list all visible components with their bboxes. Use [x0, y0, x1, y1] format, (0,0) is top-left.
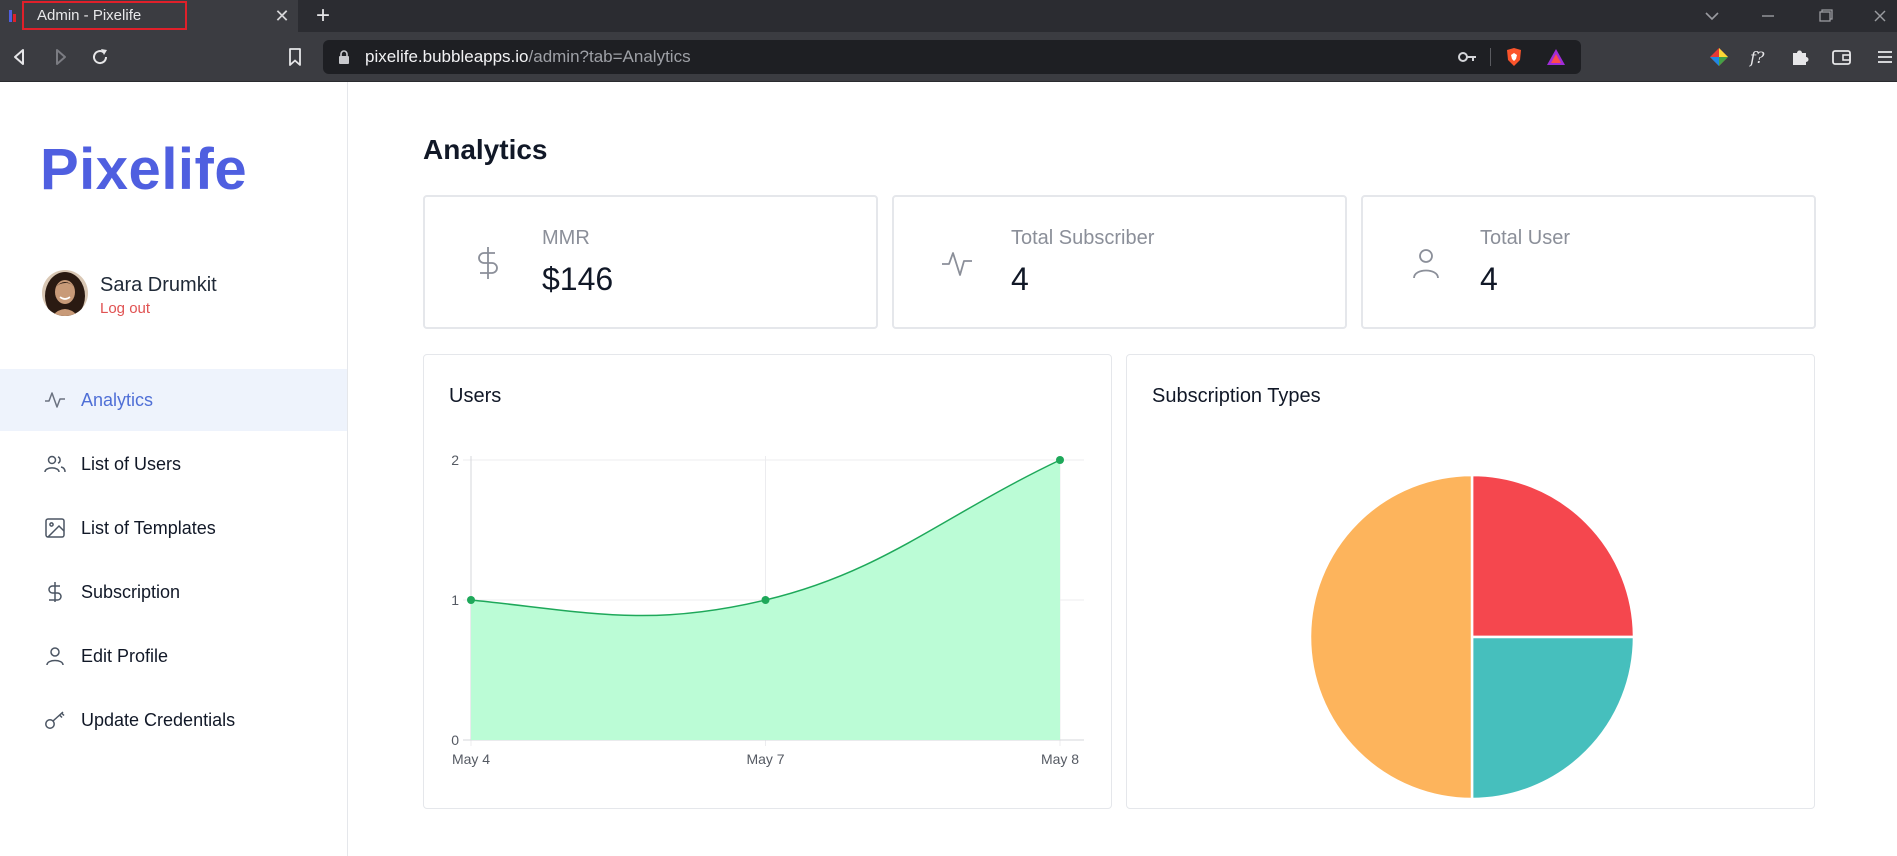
browser-toolbar: pixelife.bubbleapps.io/admin?tab=Analyti…	[0, 32, 1897, 82]
dollar-icon	[48, 582, 62, 602]
color-extension-icon[interactable]	[1708, 46, 1730, 68]
svg-text:f?: f?	[1749, 48, 1765, 67]
lock-icon	[339, 50, 349, 64]
logo[interactable]: Pixelife	[40, 136, 247, 203]
data-point	[761, 596, 770, 604]
sidebar-menu: Analytics List of Users List of Template…	[0, 369, 347, 753]
sidebar-item-subscription[interactable]: Subscription	[0, 561, 347, 623]
stat-value: 4	[1011, 261, 1029, 297]
user-name: Sara Drumkit	[100, 274, 217, 296]
x-tick-label: May 7	[746, 751, 784, 767]
bookmark-icon[interactable]	[284, 45, 306, 69]
sidebar-item-label: Update Credentials	[81, 710, 236, 730]
tab-search-chevron-icon[interactable]	[1701, 6, 1723, 26]
users-icon	[44, 455, 66, 473]
pie-slice	[1470, 635, 1636, 801]
y-tick-label: 0	[451, 732, 459, 748]
logout-link[interactable]: Log out	[100, 300, 150, 317]
page-title: Analytics	[423, 134, 548, 165]
new-tab-button[interactable]: +	[310, 3, 336, 29]
main-content: Analytics MMR $146 Total Subscriber 4 To…	[348, 82, 1897, 856]
pie-slice	[1470, 473, 1636, 639]
stat-card-total-user: Total User 4	[1361, 195, 1816, 329]
menu-icon[interactable]	[1874, 46, 1896, 68]
user-icon	[46, 647, 64, 666]
url-divider	[1490, 48, 1491, 66]
tab-close-icon[interactable]: ✕	[271, 5, 293, 27]
pulse-icon	[942, 252, 972, 276]
sidebar: Pixelife Sara Drumkit Log out Analytics …	[0, 82, 348, 856]
sidebar-item-edit-profile[interactable]: Edit Profile	[0, 625, 347, 687]
sidebar-item-label: Subscription	[81, 582, 181, 602]
close-window-icon[interactable]	[1869, 6, 1891, 26]
minimize-icon[interactable]	[1757, 6, 1779, 26]
avatar	[42, 270, 88, 316]
sidebar-item-label: Edit Profile	[81, 646, 169, 666]
key-icon[interactable]	[1456, 47, 1478, 67]
restore-icon[interactable]	[1814, 6, 1836, 26]
extensions-puzzle-icon[interactable]	[1789, 46, 1811, 68]
sidebar-item-label: Analytics	[81, 390, 154, 410]
address-bar[interactable]: pixelife.bubbleapps.io/admin?tab=Analyti…	[323, 40, 1581, 74]
stat-value: 4	[1480, 261, 1498, 297]
favicon-icon	[9, 10, 16, 22]
user-icon	[1413, 249, 1439, 279]
stat-card-total-subscriber: Total Subscriber 4	[892, 195, 1347, 329]
sidebar-item-list-of-templates[interactable]: List of Templates	[0, 497, 347, 559]
key-icon	[45, 711, 65, 729]
sidebar-item-label: List of Users	[81, 454, 182, 474]
dollar-icon	[478, 247, 498, 279]
pulse-icon	[45, 392, 65, 408]
formula-extension-icon[interactable]: f?	[1748, 46, 1770, 68]
image-icon	[45, 518, 65, 538]
pie-slice	[1308, 473, 1474, 801]
tab-title: Admin - Pixelife	[22, 1, 187, 30]
subscription-chart-card: Subscription Types	[1126, 354, 1815, 809]
stat-card-mmr: MMR $146	[423, 195, 878, 329]
sidebar-item-list-of-users[interactable]: List of Users	[0, 433, 347, 495]
x-tick-label: May 4	[452, 751, 490, 767]
stat-label: MMR	[542, 227, 590, 249]
data-point	[1056, 456, 1064, 464]
browser-tab-bar: Admin - Pixelife ✕ +	[0, 0, 1897, 32]
url-path: /admin?tab=Analytics	[528, 47, 691, 66]
stat-value: $146	[542, 261, 614, 297]
sidebar-item-label: List of Templates	[81, 518, 216, 538]
y-tick-label: 1	[451, 592, 459, 608]
sidebar-item-update-credentials[interactable]: Update Credentials	[0, 689, 347, 751]
stat-label: Total User	[1480, 227, 1571, 249]
x-tick-label: May 8	[1041, 751, 1079, 767]
wallet-icon[interactable]	[1831, 46, 1853, 68]
subscription-types-pie-chart	[1308, 473, 1636, 801]
back-icon[interactable]	[8, 45, 32, 69]
reload-icon[interactable]	[88, 45, 112, 69]
forward-icon[interactable]	[48, 45, 72, 69]
sidebar-item-analytics[interactable]: Analytics	[0, 369, 347, 431]
users-chart-card: Users 0 1 2 May 4 May 7 May 8	[423, 354, 1112, 809]
brave-rewards-icon[interactable]	[1545, 47, 1567, 67]
browser-tab[interactable]: Admin - Pixelife ✕	[0, 0, 298, 32]
stat-label: Total Subscriber	[1011, 227, 1155, 249]
users-chart: 0 1 2 May 4 May 7 May 8	[451, 452, 1084, 767]
data-point	[467, 596, 475, 604]
url-host: pixelife.bubbleapps.io	[365, 47, 529, 66]
y-tick-label: 2	[451, 452, 459, 468]
brave-shield-icon[interactable]	[1503, 47, 1525, 67]
url-text: pixelife.bubbleapps.io/admin?tab=Analyti…	[365, 40, 691, 74]
